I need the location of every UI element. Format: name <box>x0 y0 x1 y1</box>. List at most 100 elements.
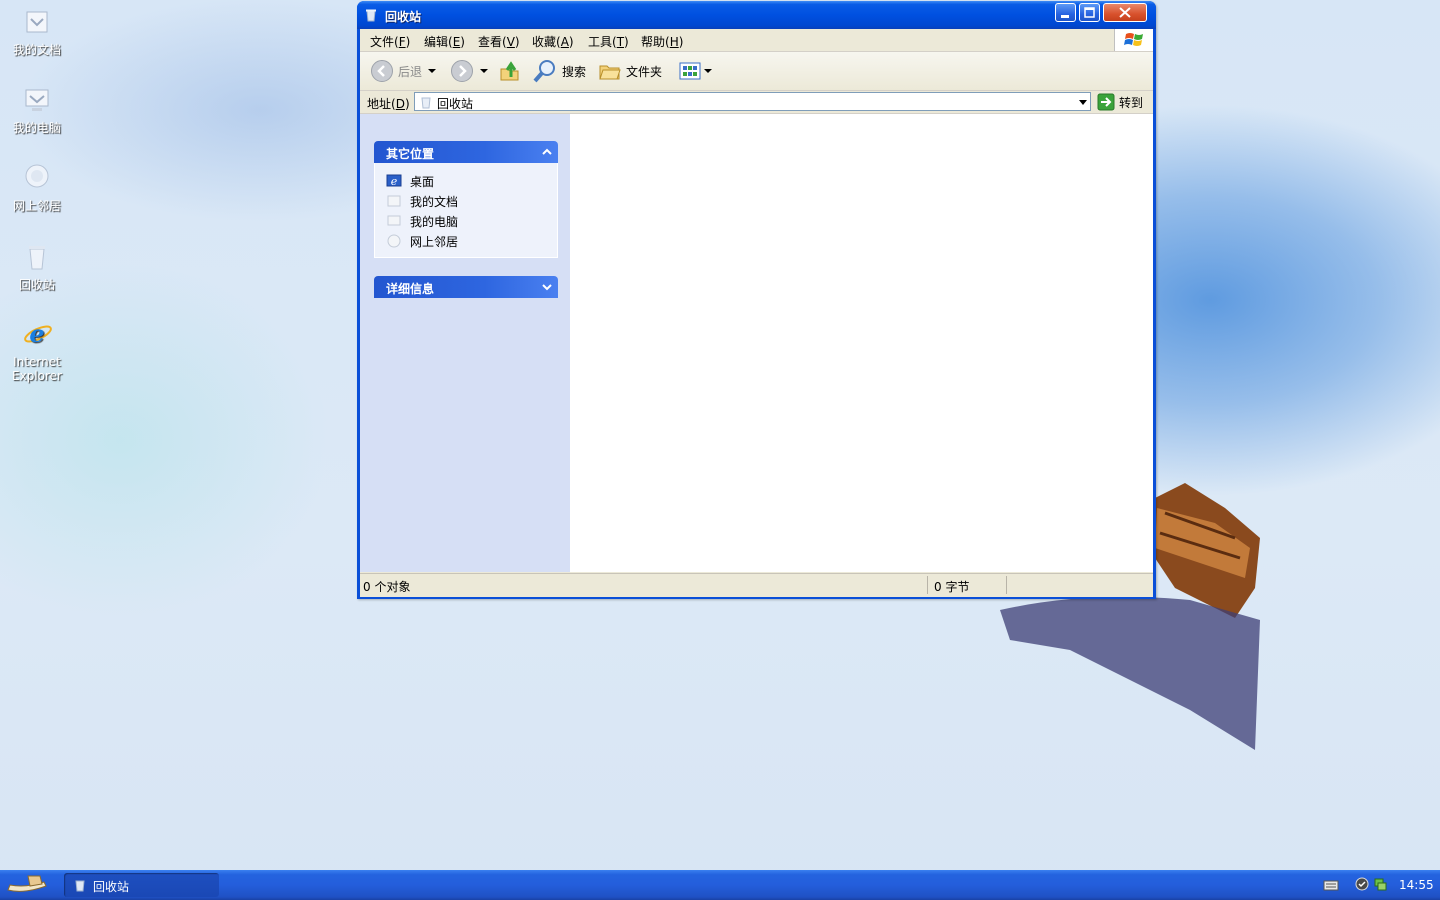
svg-text:e: e <box>29 319 44 348</box>
close-button[interactable] <box>1103 3 1147 22</box>
place-network[interactable]: 网上邻居 <box>375 231 557 251</box>
search-button[interactable]: 搜索 <box>532 58 586 84</box>
menu-tools[interactable]: 工具(T) <box>588 33 629 50</box>
folders-button[interactable]: 文件夹 <box>598 58 662 84</box>
back-label: 后退 <box>398 64 423 79</box>
back-button[interactable]: 后退 <box>370 58 437 84</box>
go-button[interactable]: 转到 <box>1097 92 1143 112</box>
windows-flag-icon <box>1124 33 1143 46</box>
chevron-up-icon[interactable] <box>539 144 555 160</box>
desktop-icon-recycle-bin[interactable]: 回收站 <box>2 241 72 292</box>
my-computer-icon <box>387 215 401 226</box>
security-shield-icon[interactable] <box>1355 877 1369 891</box>
file-list-view[interactable] <box>571 114 1153 572</box>
desktop-icon-label: 回收站 <box>18 278 55 292</box>
recycle-bin-icon <box>366 9 376 22</box>
close-icon <box>1119 7 1131 18</box>
status-size: 0 字节 <box>934 580 970 594</box>
details-title: 详细信息 <box>386 282 435 296</box>
svg-text:e: e <box>391 175 398 188</box>
address-bar: 地址(D) 回收站 转到 <box>360 91 1153 114</box>
other-places-body: e 桌面 我的文档 我的电脑 网上邻居 <box>374 163 558 258</box>
recycle-bin-icon <box>421 97 431 109</box>
place-my-computer[interactable]: 我的电脑 <box>375 211 557 231</box>
status-divider <box>927 576 928 594</box>
network-places-icon <box>387 234 401 248</box>
desktop-icon-label-line1: Internet <box>13 355 61 369</box>
folders-icon <box>599 65 621 80</box>
folders-label: 文件夹 <box>626 64 663 79</box>
menu-view[interactable]: 查看(V) <box>478 33 520 50</box>
chevron-down-icon[interactable] <box>539 279 555 295</box>
search-icon <box>533 60 555 83</box>
other-places-title: 其它位置 <box>386 147 435 161</box>
menu-help[interactable]: 帮助(H) <box>641 33 683 50</box>
address-input[interactable]: 回收站 <box>414 92 1091 111</box>
desktop-icon-network-places[interactable]: 网上邻居 <box>2 162 72 213</box>
forward-dropdown-arrow[interactable] <box>480 69 488 73</box>
place-label: 桌面 <box>410 174 435 189</box>
start-button[interactable] <box>4 872 50 898</box>
back-arrow-icon <box>371 60 393 82</box>
status-divider <box>1006 576 1007 594</box>
minimize-button[interactable] <box>1055 3 1076 22</box>
desktop-icon-my-documents[interactable]: 我的文档 <box>2 6 72 57</box>
recycle-bin-window: 回收站 文件(F) 编辑(E) 查看(V) 收藏(A) 工具(T) 帮助(H) <box>357 1 1156 599</box>
up-folder-icon <box>500 61 519 81</box>
forward-arrow-icon <box>451 60 473 82</box>
boat-reflection-decoration <box>1000 596 1260 750</box>
menu-edit[interactable]: 编辑(E) <box>424 33 465 50</box>
task-pane: 其它位置 e 桌面 我的文档 我的电脑 网上邻居 详细信息 <box>360 114 570 572</box>
my-computer-icon <box>25 89 49 111</box>
menu-file[interactable]: 文件(F) <box>370 33 410 50</box>
system-clock[interactable]: 14:55 <box>1399 878 1434 892</box>
views-button[interactable] <box>678 58 712 84</box>
views-dropdown-arrow[interactable] <box>704 69 712 73</box>
title-bar[interactable]: 回收站 <box>357 1 1156 29</box>
search-label: 搜索 <box>562 64 587 79</box>
windows-logo <box>1114 29 1153 51</box>
details-header[interactable]: 详细信息 <box>374 276 558 298</box>
maximize-button[interactable] <box>1079 3 1100 22</box>
go-label: 转到 <box>1119 95 1144 110</box>
forward-button[interactable] <box>450 58 488 84</box>
place-label: 我的文档 <box>410 194 459 209</box>
system-tray: 14:55 <box>1318 870 1440 900</box>
taskbar-item-recycle-bin[interactable]: 回收站 <box>64 873 219 897</box>
place-desktop[interactable]: e 桌面 <box>375 171 557 191</box>
go-arrow-icon <box>1097 93 1115 111</box>
status-bar: 0 个对象 0 字节 <box>360 573 1153 597</box>
recycle-bin-icon <box>75 880 85 892</box>
desktop-icon-label: 我的文档 <box>12 43 61 57</box>
maximize-icon <box>1084 7 1095 18</box>
recycle-bin-icon <box>29 246 45 270</box>
address-value: 回收站 <box>437 97 474 111</box>
minimize-icon <box>1061 15 1069 18</box>
keyboard-icon[interactable] <box>1323 878 1339 892</box>
network-places-icon <box>25 164 49 188</box>
network-status-icon[interactable] <box>1373 877 1387 891</box>
desktop-icon-internet-explorer[interactable]: e Internet Explorer <box>2 318 72 383</box>
up-folder-button[interactable] <box>498 58 522 84</box>
desktop-icon-my-computer[interactable]: 我的电脑 <box>2 84 72 135</box>
other-places-panel: 其它位置 e 桌面 我的文档 我的电脑 网上邻居 <box>374 141 558 258</box>
menu-bar: 文件(F) 编辑(E) 查看(V) 收藏(A) 工具(T) 帮助(H) <box>360 29 1153 52</box>
back-dropdown-arrow[interactable] <box>428 69 437 73</box>
address-label: 地址(D) <box>367 97 410 111</box>
other-places-header[interactable]: 其它位置 <box>374 141 558 163</box>
status-object-count: 0 个对象 <box>363 580 411 594</box>
standard-toolbar: 后退 搜索 文件夹 <box>360 52 1153 91</box>
content-area: 其它位置 e 桌面 我的文档 我的电脑 网上邻居 详细信息 <box>360 114 1153 572</box>
desktop-icon-label: 我的电脑 <box>12 121 61 135</box>
taskbar: 回收站 14:55 <box>0 870 1440 900</box>
place-label: 我的电脑 <box>410 214 459 229</box>
address-dropdown-arrow[interactable] <box>1079 100 1087 105</box>
views-icon <box>679 62 701 80</box>
desktop-icon-label: 网上邻居 <box>12 199 61 213</box>
taskbar-item-label: 回收站 <box>93 880 130 894</box>
menu-favorites[interactable]: 收藏(A) <box>532 33 574 50</box>
my-documents-icon <box>387 195 401 207</box>
place-my-documents[interactable]: 我的文档 <box>375 191 557 211</box>
desktop-icon-label-line2: Explorer <box>12 369 62 383</box>
internet-explorer-icon: e <box>24 319 52 348</box>
